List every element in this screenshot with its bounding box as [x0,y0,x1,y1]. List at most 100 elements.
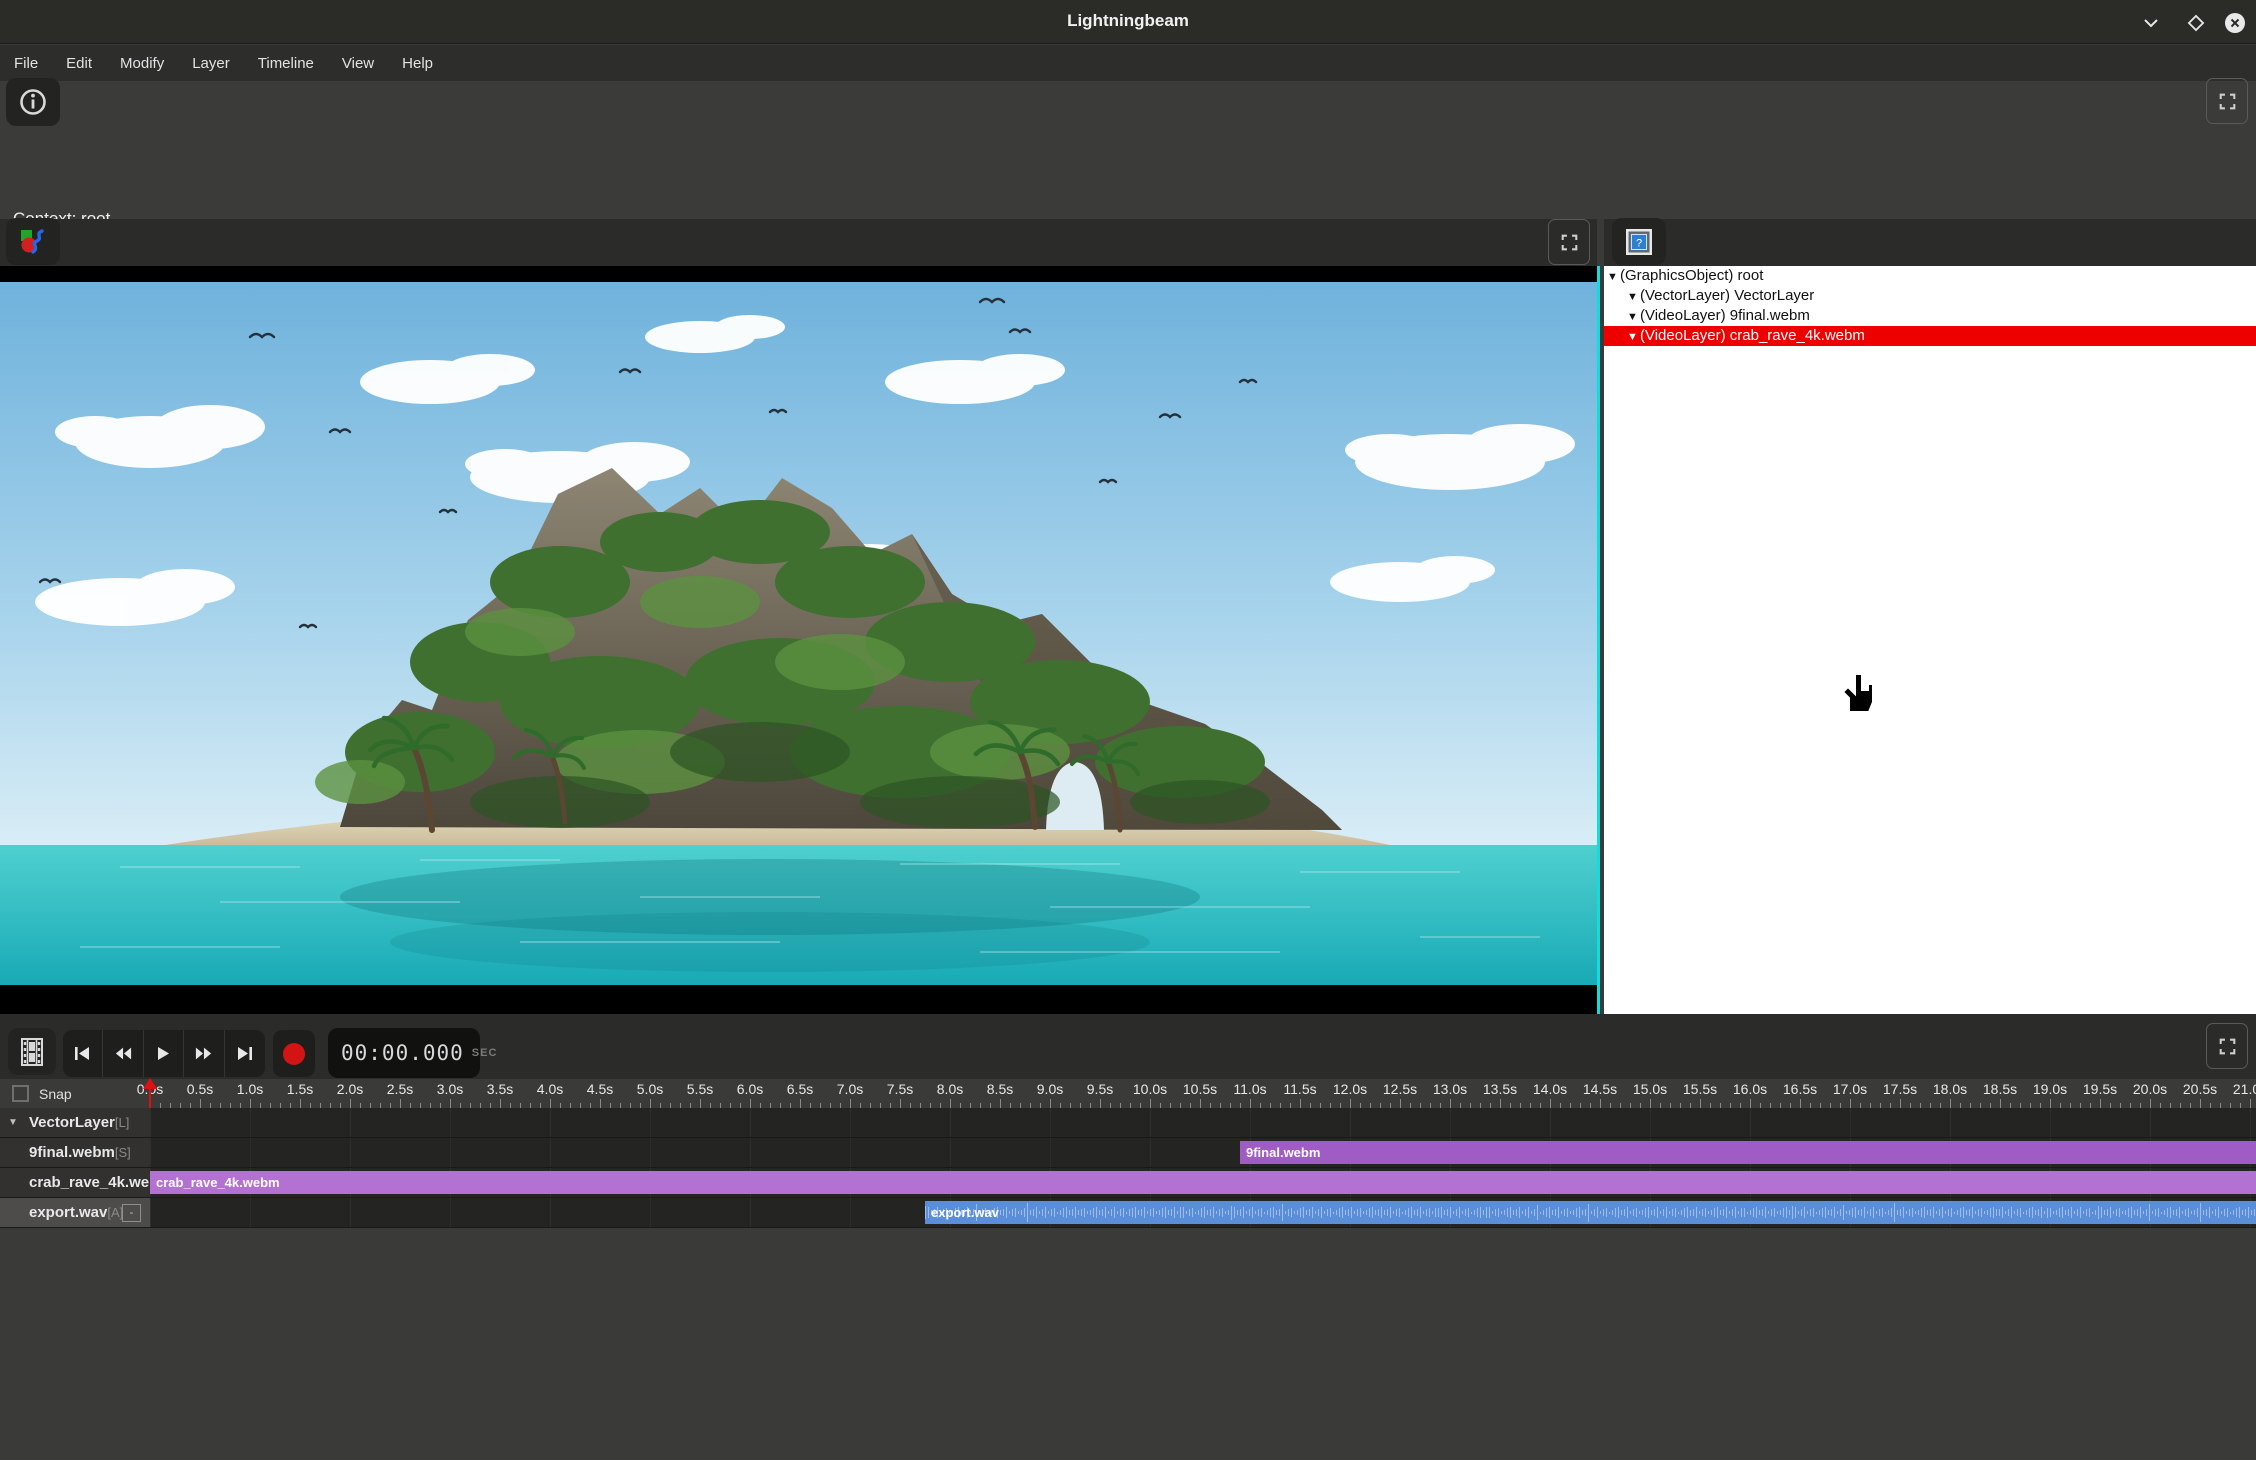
timeline-ruler[interactable]: 0.0s0.5s1.0s1.5s2.0s2.5s3.0s3.5s4.0s4.5s… [0,1079,2256,1108]
waveform-bar [1801,1209,1802,1216]
waveform-bar [1396,1209,1397,1215]
track-label-export-wav[interactable]: export.wav[A]- [0,1198,150,1227]
tree-item[interactable]: ▼(VideoLayer) 9final.webm [1604,306,2256,326]
menu-view[interactable]: View [328,48,388,79]
svg-text:?: ? [1636,237,1642,249]
menu-file[interactable]: File [0,48,52,79]
menu-edit[interactable]: Edit [52,48,106,79]
waveform-bar [1480,1207,1481,1218]
track-lane[interactable]: crab_rave_4k.webm [150,1168,2256,1197]
tree-item[interactable]: ▼(VectorLayer) VectorLayer [1604,286,2256,306]
waveform-bar [1252,1207,1253,1217]
waveform-bar [1600,1211,1601,1214]
ruler-tick [500,1099,501,1108]
track-expand-arrow-icon[interactable]: ▼ [8,1117,23,1128]
tab-inspector[interactable] [6,78,60,126]
waveform-bar [1150,1209,1151,1216]
minimize-button[interactable] [2138,10,2164,36]
track-label-vectorlayer[interactable]: ▼VectorLayer[L] [0,1108,150,1137]
clip-label: export.wav [925,1205,999,1220]
waveform-bar [1708,1211,1709,1213]
tab-stage[interactable] [6,218,60,265]
tree-expand-arrow-icon[interactable]: ▼ [1627,327,1640,347]
waveform-bar [1369,1208,1370,1217]
snap-checkbox[interactable] [12,1085,29,1102]
menu-modify[interactable]: Modify [106,48,178,79]
waveform-bar [2026,1210,2027,1215]
waveform-bar [1477,1208,1478,1216]
rewind-button[interactable] [103,1030,143,1077]
waveform-bar [1921,1208,1922,1217]
waveform-bar [1813,1208,1814,1217]
record-button[interactable] [273,1030,315,1077]
waveform-bar [1285,1211,1286,1214]
menu-help[interactable]: Help [388,48,447,79]
waveform-bar [1075,1207,1076,1218]
skip-to-end-button[interactable] [225,1030,265,1077]
ruler-time-label: 8.5s [987,1081,1013,1097]
track-label-9final-webm[interactable]: 9final.webm[S] [0,1138,150,1167]
waveform-bar [1324,1211,1325,1214]
track-lane[interactable]: 9final.webm [150,1138,2256,1167]
tree-item[interactable]: ▼(GraphicsObject) root [1604,266,2256,286]
timeline-expand-button[interactable] [2206,1023,2248,1069]
clip-export-wav[interactable]: export.wav [925,1201,2256,1224]
tree-expand-arrow-icon[interactable]: ▼ [1627,287,1640,307]
track-label-crab_rave_4k-webm[interactable]: crab_rave_4k.webm[S] [0,1168,150,1197]
tree-expand-arrow-icon[interactable]: ▼ [1627,307,1640,327]
tree-item[interactable]: ▼(VideoLayer) crab_rave_4k.webm [1604,326,2256,346]
waveform-bar [1990,1208,1991,1217]
ruler-tick [1600,1099,1601,1108]
waveform-bar [1843,1205,1844,1221]
waveform-bar [1468,1208,1469,1217]
waveform-bar [1336,1210,1337,1215]
menu-layer[interactable]: Layer [178,48,244,79]
waveform-bar [2059,1208,2060,1217]
stage-expand-button[interactable] [1548,219,1590,265]
waveform-bar [1858,1210,1859,1215]
skip-to-start-button[interactable] [63,1030,103,1077]
waveform-bar [2158,1208,2159,1217]
ruler-time-label: 15.5s [1683,1081,1717,1097]
waveform-bar [2029,1208,2030,1216]
waveform-bar [1198,1210,1199,1215]
waveform-bar [1432,1211,1433,1213]
stage-canvas[interactable] [0,266,1597,1014]
clip-9final-webm[interactable]: 9final.webm [1240,1141,2256,1164]
ruler-time-label: 5.5s [687,1081,713,1097]
ruler-time-label: 7.5s [887,1081,913,1097]
waveform-bar [1165,1207,1166,1219]
ruler-time-label: 4.5s [587,1081,613,1097]
tab-library[interactable]: ? [1612,218,1666,265]
track-minus-button[interactable]: - [122,1204,141,1222]
tree-expand-arrow-icon[interactable]: ▼ [1607,267,1620,287]
waveform-bar [2206,1209,2207,1217]
waveform-bar [1447,1209,1448,1217]
track-lane[interactable]: export.wav [150,1198,2256,1227]
track-lane[interactable] [150,1108,2256,1137]
play-button[interactable] [144,1030,184,1077]
clip-crab_rave_4k-webm[interactable]: crab_rave_4k.webm [150,1171,2256,1194]
maximize-button[interactable] [2183,10,2209,36]
close-button[interactable] [2222,10,2248,36]
playhead[interactable] [149,1080,151,1108]
inspector-expand-button[interactable] [2206,78,2248,124]
waveform-bar [1675,1208,1676,1217]
waveform-bar [1639,1211,1640,1214]
waveform-bar [2224,1209,2225,1215]
tab-timeline[interactable] [8,1028,56,1075]
waveform-bar [1645,1208,1646,1217]
track-type-badge: [A] [107,1205,123,1220]
window-title: Lightningbeam [0,11,2256,31]
waveform-bar [2128,1208,2129,1217]
waveform-bar [2023,1212,2024,1214]
waveform-bar [1849,1210,1850,1216]
fast-forward-button[interactable] [184,1030,224,1077]
ruler-tick [1550,1099,1551,1108]
waveform-bar [1579,1207,1580,1219]
waveform-bar [1135,1207,1136,1218]
fullscreen-icon [2219,93,2236,110]
menu-timeline[interactable]: Timeline [244,48,328,79]
waveform-bar [1882,1208,1883,1217]
track-row: 9final.webm 9final.webm[S] [0,1138,2256,1168]
